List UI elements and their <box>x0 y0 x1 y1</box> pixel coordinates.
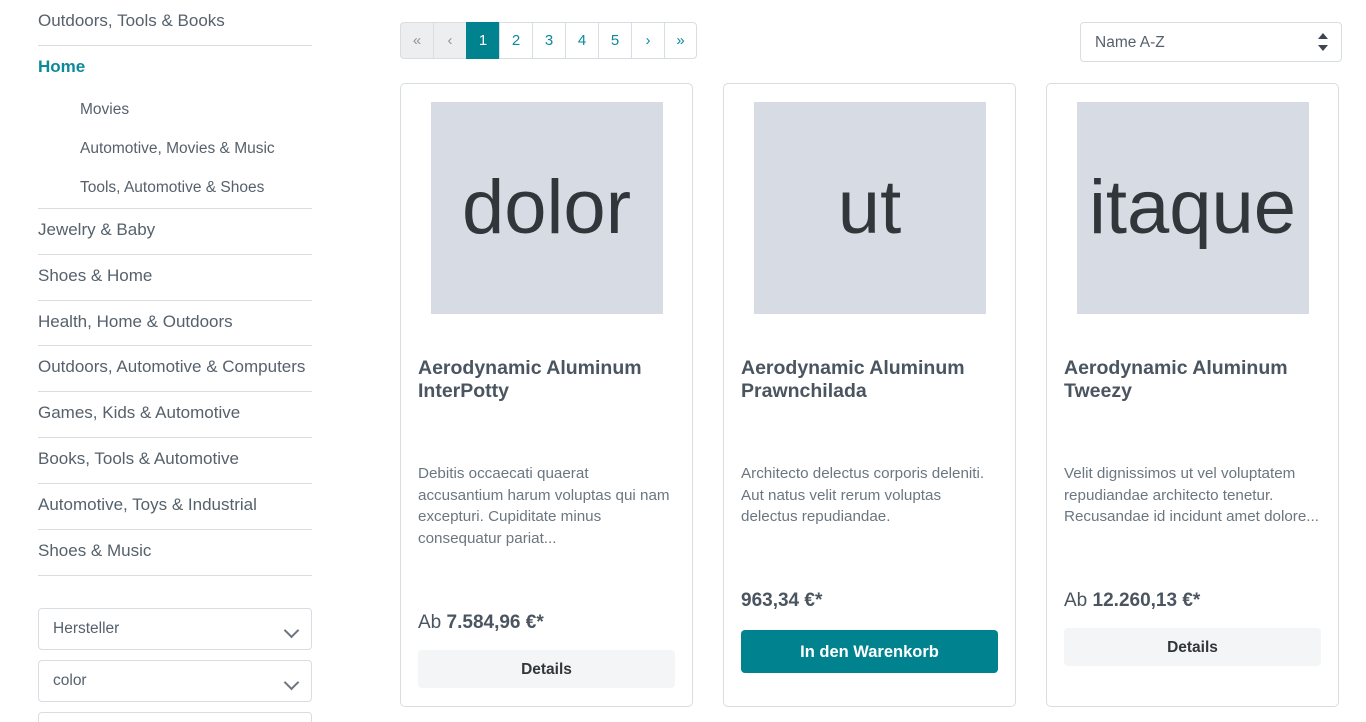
sidebar-sublink[interactable]: Tools, Automotive & Shoes <box>38 169 312 208</box>
category-nav: Outdoors, Tools & Books Home Movies Automot… <box>38 0 312 577</box>
product-image-text: dolor <box>462 164 631 250</box>
pagination-prev-page: ‹ <box>433 22 466 59</box>
sidebar-item-shoes-home: Shoes & Home <box>38 255 312 301</box>
sidebar-item-shoes-music: Shoes & Music <box>38 530 312 577</box>
sort-control[interactable]: Name A-ZName Z-A <box>1080 22 1342 62</box>
product-image-text: ut <box>837 164 902 250</box>
sidebar-subitem-automotive-movies-music: Automotive, Movies & Music <box>38 130 312 169</box>
sidebar-subitem-movies: Movies <box>38 91 312 130</box>
product-image-placeholder: dolor <box>430 101 663 314</box>
sort-select[interactable]: Name A-ZName Z-A <box>1080 22 1342 62</box>
pagination-page-2[interactable]: 2 <box>499 22 532 59</box>
sidebar-link[interactable]: Automotive, Toys & Industrial <box>38 484 312 529</box>
product-price: 963,34 €* <box>741 590 998 612</box>
sidebar-item-games-kids-automotive: Games, Kids & Automotive <box>38 392 312 439</box>
sidebar-link[interactable]: Shoes & Home <box>38 255 312 300</box>
filter-label: Hersteller <box>53 620 120 638</box>
price-value: 7.584,96 €* <box>446 611 544 633</box>
price-prefix: Ab <box>418 611 442 633</box>
product-description: Debitis occaecati quaerat accusantium ha… <box>418 465 670 547</box>
pagination-next-page[interactable]: › <box>631 22 664 59</box>
product-image-link[interactable]: ut <box>741 100 998 315</box>
pagination[interactable]: «‹ 1 2 3 4 5 ›» <box>400 22 697 59</box>
filter-color[interactable]: color <box>38 660 312 703</box>
sidebar-item-books-tools-automotive: Books, Tools & Automotive <box>38 438 312 485</box>
sidebar-item-outdoors-tools-books: Outdoors, Tools & Books <box>38 0 312 46</box>
product-listing-page: Outdoors, Tools & Books Home Movies Automot… <box>0 0 1366 722</box>
sidebar-item-home: Home Movies Automotive, Movies & Music Tool… <box>38 46 312 209</box>
price-value: 963,34 €* <box>741 589 823 611</box>
product-price: Ab 12.260,13 €* <box>1064 590 1321 612</box>
pagination-page-4[interactable]: 4 <box>565 22 598 59</box>
product-card[interactable]: ut Aerodynamic Aluminum Prawnchilada Archi… <box>723 83 1016 707</box>
sidebar-link[interactable]: Outdoors, Tools & Books <box>38 0 312 45</box>
product-image-text: itaque <box>1088 164 1297 250</box>
pagination-page-3[interactable]: 3 <box>532 22 565 59</box>
product-title[interactable]: Aerodynamic Aluminum Prawnchilada <box>741 357 998 403</box>
category-sidebar: Outdoors, Tools & Books Home Movies Automot… <box>0 0 340 722</box>
pagination-first-page: « <box>400 22 433 59</box>
product-card[interactable]: itaque Aerodynamic Aluminum Tweezy Velit d… <box>1046 83 1339 707</box>
price-value: 12.260,13 €* <box>1092 589 1201 611</box>
sidebar-link[interactable]: Jewelry & Baby <box>38 209 312 254</box>
listing-toolbar: «‹12345›» Name A-ZName Z-A <box>340 0 1342 62</box>
filter-hersteller[interactable]: Hersteller <box>38 608 312 651</box>
sidebar-sublink[interactable]: Movies <box>38 91 312 130</box>
pagination-page-5[interactable]: 5 <box>598 22 631 59</box>
filter-content[interactable]: content <box>38 712 312 722</box>
filter-label: color <box>53 672 87 690</box>
chevron-down-icon <box>283 622 300 639</box>
product-card[interactable]: dolor Aerodynamic Aluminum InterPotty Debi… <box>400 83 693 707</box>
product-image-placeholder: ut <box>753 101 986 314</box>
filter-panel: Hersteller color content <box>38 608 312 722</box>
sidebar-item-health-home-outdoors: Health, Home & Outdoors <box>38 301 312 347</box>
sidebar-item-automotive-toys-industrial: Automotive, Toys & Industrial <box>38 484 312 531</box>
product-grid: dolor Aerodynamic Aluminum InterPotty Debi… <box>340 62 1342 707</box>
product-image-link[interactable]: itaque <box>1064 100 1321 315</box>
sidebar-link[interactable]: Books, Tools & Automotive <box>38 438 312 483</box>
details-button[interactable]: Details <box>418 649 675 688</box>
product-title[interactable]: Aerodynamic Aluminum InterPotty <box>418 357 675 403</box>
price-prefix: Ab <box>1064 589 1088 611</box>
details-button[interactable]: Details <box>1064 627 1321 666</box>
sidebar-item-jewelry-baby: Jewelry & Baby <box>38 209 312 255</box>
sidebar-link[interactable]: Home <box>38 46 312 91</box>
product-title[interactable]: Aerodynamic Aluminum Tweezy <box>1064 357 1321 403</box>
sidebar-sublink[interactable]: Automotive, Movies & Music <box>38 130 312 169</box>
add-to-cart-button[interactable]: In den Warenkorb <box>741 629 998 673</box>
product-main: «‹12345›» Name A-ZName Z-A dolor Aerodyna… <box>340 0 1366 707</box>
sidebar-link[interactable]: Shoes & Music <box>38 530 312 575</box>
chevron-down-icon <box>283 674 300 691</box>
sidebar-link[interactable]: Outdoors, Automotive & Computers <box>38 346 312 391</box>
product-description: Velit dignissimos ut vel voluptatem repu… <box>1064 465 1319 526</box>
pagination-page-1[interactable]: 1 <box>466 22 499 59</box>
sidebar-item-outdoors-automotive-computers: Outdoors, Automotive & Computers <box>38 346 312 393</box>
sidebar-link[interactable]: Games, Kids & Automotive <box>38 392 312 437</box>
pagination-last-page[interactable]: » <box>664 22 697 59</box>
sidebar-subnav: Movies Automotive, Movies & Music Tools, A… <box>38 91 312 209</box>
product-image-link[interactable]: dolor <box>418 100 675 315</box>
product-image-placeholder: itaque <box>1076 101 1309 314</box>
sidebar-subitem-tools-automotive-shoes: Tools, Automotive & Shoes <box>38 169 312 209</box>
sidebar-link[interactable]: Health, Home & Outdoors <box>38 301 312 346</box>
product-description: Architecto delectus corporis deleniti. A… <box>741 465 985 526</box>
product-price: Ab 7.584,96 €* <box>418 612 675 634</box>
